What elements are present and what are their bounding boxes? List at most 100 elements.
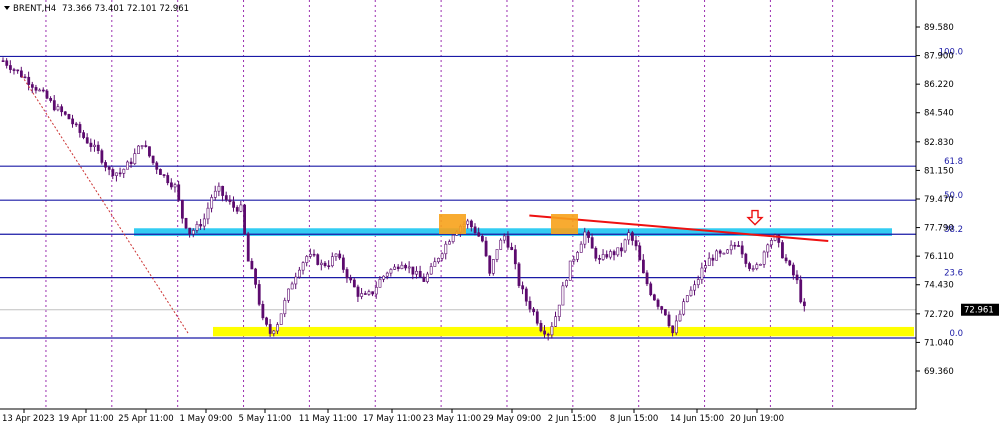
candle-body bbox=[312, 253, 316, 256]
candle-body bbox=[521, 285, 525, 290]
candle-body bbox=[700, 267, 704, 280]
candle-body bbox=[795, 274, 799, 281]
candle-body bbox=[532, 308, 536, 313]
candle-body bbox=[400, 264, 404, 269]
candle-body bbox=[389, 269, 393, 274]
candle-body bbox=[620, 247, 623, 252]
candle-body bbox=[330, 256, 334, 267]
candle-body bbox=[137, 145, 140, 154]
candle-body bbox=[210, 197, 214, 209]
x-tick-label: 20 Jun 19:00 bbox=[730, 414, 784, 424]
candle-body bbox=[528, 300, 532, 310]
candle-body bbox=[689, 289, 693, 296]
candle-body bbox=[506, 235, 510, 248]
candle-body bbox=[261, 304, 265, 319]
candle-body bbox=[334, 253, 338, 257]
candle-body bbox=[170, 182, 173, 188]
candle-body bbox=[726, 249, 729, 254]
candle-body bbox=[67, 114, 71, 120]
candle-body bbox=[27, 76, 31, 85]
candle-body bbox=[598, 258, 601, 260]
candle-body bbox=[418, 270, 422, 278]
candle-body bbox=[283, 300, 287, 315]
candle-body bbox=[100, 150, 104, 163]
candle-body bbox=[140, 145, 144, 147]
current-price-label: 72.961 bbox=[964, 306, 994, 316]
candle-body bbox=[433, 261, 437, 267]
candle-body bbox=[473, 226, 477, 233]
candle-body bbox=[374, 286, 378, 295]
candle-body bbox=[539, 322, 543, 332]
candle-body bbox=[341, 257, 345, 270]
candle-body bbox=[554, 316, 557, 327]
candle-body bbox=[235, 207, 239, 212]
candle-body bbox=[382, 275, 386, 280]
candle-body bbox=[378, 278, 382, 288]
candle-body bbox=[792, 264, 795, 276]
x-tick-label: 23 May 11:00 bbox=[423, 414, 481, 424]
candle-body bbox=[265, 317, 268, 325]
candle-body bbox=[495, 249, 499, 260]
candle-body bbox=[180, 199, 184, 219]
candle-body bbox=[352, 279, 356, 288]
candle-body bbox=[232, 201, 236, 208]
candle-body bbox=[466, 220, 470, 225]
candle-body bbox=[316, 254, 320, 265]
candle-body bbox=[309, 253, 312, 257]
x-tick-label: 19 Apr 11:00 bbox=[58, 414, 113, 424]
candle-body bbox=[744, 253, 748, 264]
candle-body bbox=[627, 232, 631, 241]
candle-body bbox=[594, 247, 598, 259]
candle-body bbox=[729, 244, 733, 251]
candle-body bbox=[718, 250, 722, 254]
candle-body bbox=[52, 100, 56, 111]
candle-body bbox=[755, 264, 759, 269]
candle-body bbox=[356, 286, 360, 297]
candle-body bbox=[276, 324, 279, 332]
symbol-label: BRENT,H4 bbox=[13, 4, 56, 14]
fib-level-label: 23.6 bbox=[944, 269, 963, 279]
candle-body bbox=[451, 234, 455, 242]
x-tick-label: 13 Apr 2023 bbox=[2, 414, 55, 424]
candle-body bbox=[279, 313, 283, 325]
candle-body bbox=[781, 242, 784, 259]
x-tick-label: 29 May 09:00 bbox=[483, 414, 541, 424]
candle-body bbox=[762, 251, 766, 265]
candle-body bbox=[148, 146, 151, 157]
candle-body bbox=[524, 288, 528, 302]
candle-body bbox=[766, 244, 770, 253]
y-tick-label: 81.150 bbox=[924, 166, 954, 176]
candle-body bbox=[217, 185, 221, 192]
candle-body bbox=[30, 84, 34, 88]
candle-body bbox=[685, 295, 689, 302]
candle-body bbox=[784, 257, 788, 262]
candle-body bbox=[56, 106, 60, 111]
candle-body bbox=[671, 325, 675, 334]
candle-body bbox=[74, 123, 78, 126]
candle-body bbox=[228, 199, 232, 202]
candle-body bbox=[415, 270, 418, 275]
candle-body bbox=[49, 98, 53, 101]
candle-body bbox=[502, 235, 506, 241]
candle-body bbox=[305, 256, 309, 263]
candle-body bbox=[213, 190, 217, 198]
highlight-box bbox=[439, 214, 466, 235]
y-tick-label: 71.040 bbox=[924, 338, 954, 348]
candle-body bbox=[711, 257, 715, 261]
candle-body bbox=[246, 233, 250, 262]
candle-body bbox=[722, 252, 726, 255]
candle-body bbox=[616, 247, 620, 256]
candle-body bbox=[448, 241, 451, 245]
candle-body bbox=[707, 257, 711, 266]
candle-body bbox=[444, 243, 448, 255]
candle-body bbox=[799, 279, 803, 303]
candle-body bbox=[481, 235, 484, 242]
candle-body bbox=[272, 330, 276, 334]
candle-body bbox=[642, 259, 645, 274]
candle-body bbox=[477, 232, 481, 237]
candle-body bbox=[513, 249, 517, 265]
candle-body bbox=[298, 269, 301, 278]
candle-body bbox=[565, 280, 568, 287]
candle-body bbox=[535, 311, 539, 324]
candle-body bbox=[696, 279, 700, 286]
